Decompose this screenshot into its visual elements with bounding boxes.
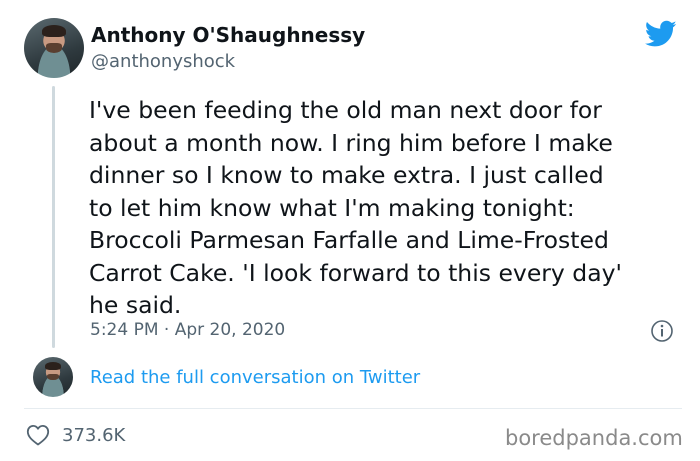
heart-icon[interactable] xyxy=(26,424,50,446)
conversation-avatar[interactable] xyxy=(33,357,73,397)
thread-line xyxy=(52,86,55,348)
tweet-timestamp[interactable]: 5:24 PM · Apr 20, 2020 xyxy=(90,320,285,340)
tweet-date[interactable]: Apr 20, 2020 xyxy=(175,320,286,340)
divider xyxy=(24,408,682,409)
like-count[interactable]: 373.6K xyxy=(62,425,125,446)
tweet-time[interactable]: 5:24 PM xyxy=(90,320,159,340)
read-conversation-link[interactable]: Read the full conversation on Twitter xyxy=(90,367,420,388)
author-name[interactable]: Anthony O'Shaughnessy xyxy=(91,23,365,47)
tweet-card: Anthony O'Shaughnessy @anthonyshock I've… xyxy=(0,0,700,461)
author-avatar[interactable] xyxy=(24,18,84,78)
tweet-text: I've been feeding the old man next door … xyxy=(89,96,622,319)
timestamp-separator: · xyxy=(163,320,170,340)
info-icon[interactable] xyxy=(650,319,674,343)
twitter-bird-icon[interactable] xyxy=(645,20,677,48)
watermark: boredpanda.com xyxy=(505,426,683,450)
author-handle[interactable]: @anthonyshock xyxy=(91,51,235,72)
